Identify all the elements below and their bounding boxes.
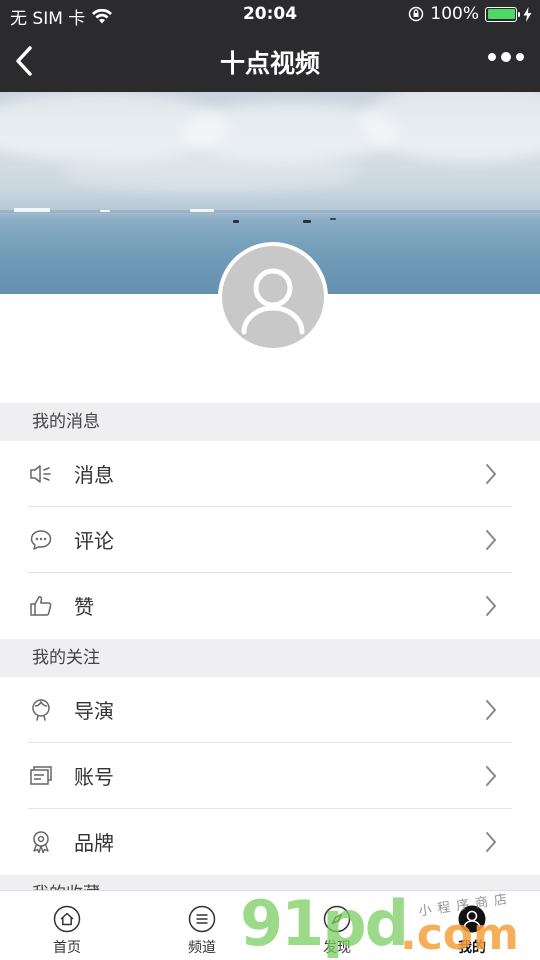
more-dot <box>488 53 496 61</box>
horizon <box>0 210 540 213</box>
tab-discover[interactable]: 发现 <box>302 897 372 957</box>
tab-channels[interactable]: 频道 <box>167 897 237 957</box>
battery-icon <box>485 6 520 22</box>
tab-label: 发现 <box>323 940 351 956</box>
home-icon <box>53 905 81 933</box>
director-icon <box>32 699 50 721</box>
more-button[interactable] <box>488 52 524 62</box>
ship <box>190 209 214 212</box>
page-title: 十点视频 <box>219 49 320 78</box>
list-item-messages[interactable]: 消息 <box>0 441 540 507</box>
status-right: 100% <box>408 4 532 24</box>
battery-percent: 100% <box>430 4 479 24</box>
chevron-right-icon <box>486 464 497 484</box>
charging-bolt-icon <box>523 6 532 22</box>
boat <box>330 218 336 220</box>
chevron-right-icon <box>486 766 497 786</box>
tab-bar: 首页 频道 发现 我的 <box>0 890 540 960</box>
tab-home[interactable]: 首页 <box>32 897 102 957</box>
section-header-messages: 我的消息 <box>0 403 540 441</box>
list-item-accounts[interactable]: 账号 <box>0 743 540 809</box>
list-item-comments[interactable]: 评论 <box>0 507 540 573</box>
chevron-right-icon <box>486 832 497 852</box>
account-card-icon <box>30 766 52 785</box>
battery-fill <box>487 9 515 19</box>
status-bar: 无 SIM 卡 20:04 100% <box>0 0 540 30</box>
tab-label: 首页 <box>53 940 81 956</box>
menu-circle-icon <box>188 905 216 933</box>
default-user-icon <box>241 268 305 335</box>
row-label: 消息 <box>74 463 114 487</box>
ship <box>14 208 50 212</box>
section-header-following: 我的关注 <box>0 639 540 677</box>
row-label: 品牌 <box>74 831 114 855</box>
comment-bubble-icon <box>30 530 52 550</box>
chevron-right-icon <box>486 596 497 616</box>
cloud <box>360 92 540 162</box>
thumbs-up-icon <box>30 596 52 616</box>
speaker-icon <box>30 465 51 483</box>
chevron-right-icon <box>486 530 497 550</box>
tab-profile[interactable]: 我的 <box>437 897 507 957</box>
more-dot <box>501 52 511 62</box>
more-dot <box>516 53 524 61</box>
avatar[interactable] <box>218 242 328 352</box>
tab-label: 我的 <box>458 940 486 956</box>
orientation-lock-icon <box>409 6 424 22</box>
tab-label: 频道 <box>188 940 216 956</box>
row-label: 账号 <box>74 765 114 789</box>
list-item-brands[interactable]: 品牌 <box>0 809 540 875</box>
boat <box>233 220 239 223</box>
boat <box>303 220 311 223</box>
user-icon <box>458 905 486 933</box>
chevron-right-icon <box>486 700 497 720</box>
row-label: 评论 <box>74 529 114 553</box>
cloud <box>60 152 360 192</box>
list-item-likes[interactable]: 赞 <box>0 573 540 639</box>
brand-badge-icon <box>33 831 49 854</box>
list-item-directors[interactable]: 导演 <box>0 677 540 743</box>
ship <box>100 210 110 212</box>
nav-bar: 十点视频 <box>0 30 540 92</box>
row-label: 导演 <box>74 699 114 723</box>
row-label: 赞 <box>74 595 94 619</box>
compass-icon <box>323 905 351 933</box>
